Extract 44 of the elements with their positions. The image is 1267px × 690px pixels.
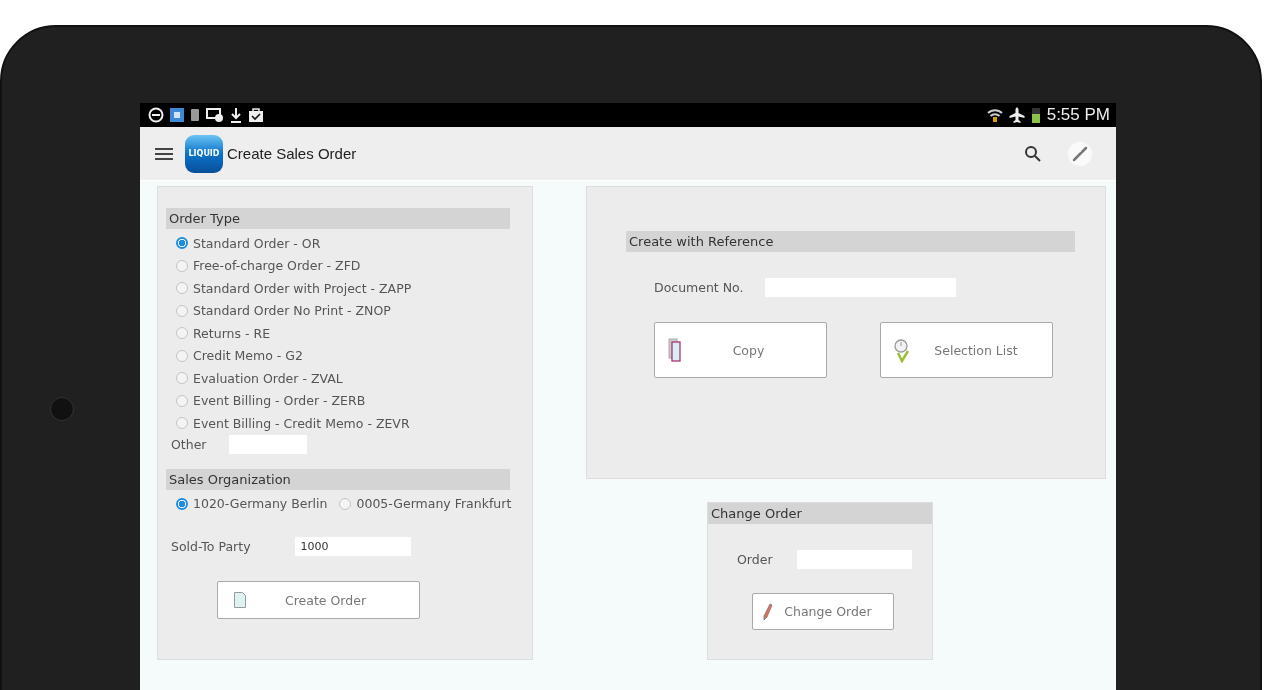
airplane-icon (1008, 107, 1025, 123)
screen-clock-icon (206, 108, 224, 122)
radio-option[interactable]: 0005-Germany Frankfurt (339, 492, 512, 515)
wifi-icon (986, 108, 1003, 122)
brush-icon[interactable] (1068, 141, 1092, 166)
section-heading: Create with Reference (626, 231, 1075, 252)
section-heading: Order Type (166, 208, 510, 229)
order-label: Order (737, 552, 773, 567)
radio-option[interactable]: 1020-Germany Berlin (176, 492, 328, 515)
radio-option[interactable]: Evaluation Order - ZVAL (176, 367, 510, 390)
section-heading: Sales Organization (166, 468, 510, 490)
sold-to-label: Sold-To Party (171, 539, 251, 554)
radio-option[interactable]: Standard Order No Print - ZNOP (176, 299, 510, 322)
search-icon[interactable] (1024, 144, 1042, 163)
radio-option[interactable]: Free-of-charge Order - ZFD (176, 254, 510, 277)
selection-list-button[interactable]: Selection List (880, 322, 1053, 378)
pencil-icon (763, 602, 773, 621)
app-icon (170, 108, 184, 122)
radio-option[interactable]: Event Billing - Credit Memo - ZEVR (176, 412, 510, 435)
app-logo: LIQUID (185, 134, 223, 173)
clock-time: 5:55 PM (1046, 105, 1110, 125)
battery-icon (1030, 107, 1041, 123)
radio-option[interactable]: Event Billing - Order - ZERB (176, 389, 510, 412)
radio-option[interactable]: Standard Order - OR (176, 232, 510, 255)
section-heading: Change Order (708, 503, 932, 524)
radio-option[interactable]: Credit Memo - G2 (176, 344, 510, 367)
document-icon (234, 592, 246, 608)
sold-to-field[interactable]: 1000 (294, 537, 411, 556)
camera-dot (50, 397, 74, 421)
create-order-button[interactable]: Create Order (217, 581, 420, 619)
radio-option[interactable]: Standard Order with Project - ZAPP (176, 277, 510, 300)
copy-icon (668, 338, 681, 362)
menu-icon[interactable] (155, 146, 173, 161)
shopping-bag-icon (248, 107, 264, 123)
app-title: Create Sales Order (227, 145, 357, 162)
sim-card-icon (190, 108, 200, 122)
download-icon (230, 107, 242, 123)
change-order-button[interactable]: Change Order (752, 593, 894, 630)
radio-option[interactable]: Returns - RE (176, 322, 510, 345)
copy-button[interactable]: Copy (654, 322, 827, 378)
clock-check-icon (894, 337, 910, 363)
document-number-label: Document No. (654, 280, 744, 295)
do-not-disturb-icon (148, 107, 164, 123)
other-label: Other (171, 437, 207, 452)
